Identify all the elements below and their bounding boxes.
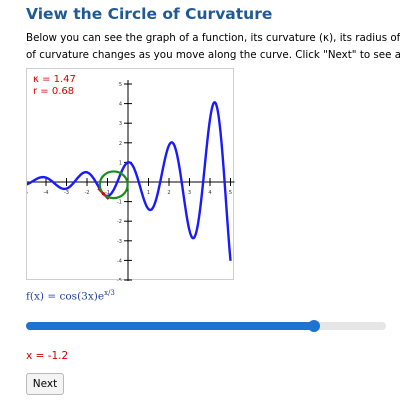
x-tick-label: -3 (64, 190, 69, 196)
x-position-slider[interactable] (26, 318, 386, 334)
page-title: View the Circle of Curvature (26, 5, 273, 23)
intro-line-2: of curvature changes as you move along t… (26, 49, 400, 61)
y-tick-label: 5 (119, 82, 122, 88)
function-expression: f(x) = cos(3x)e (26, 290, 105, 303)
y-tick-label: 1 (119, 160, 122, 166)
y-tick-label: 2 (119, 141, 122, 147)
curvature-plot: -5-4-3-2-11234554321-1-2-3-4-5 κ = 1.47 … (26, 68, 235, 281)
point-marker (101, 192, 105, 196)
y-tick-label: -2 (117, 219, 122, 225)
x-tick-label: 2 (167, 190, 170, 196)
plot-canvas: -5-4-3-2-11234554321-1-2-3-4-5 (27, 80, 235, 281)
function-exponent: x/3 (104, 289, 115, 297)
y-tick-label: 3 (119, 121, 122, 127)
x-tick-label: -5 (27, 190, 28, 196)
x-tick-label: 4 (208, 190, 211, 196)
y-tick-label: -1 (117, 200, 122, 206)
radius-readout: r = 0.68 (33, 86, 75, 97)
x-tick-label: 1 (147, 190, 150, 196)
next-button[interactable]: Next (26, 373, 64, 395)
y-tick-label: -3 (117, 239, 122, 245)
y-tick-label: -5 (117, 278, 122, 281)
x-tick-label: 3 (188, 190, 191, 196)
function-label: f(x) = cos(3x)ex/3 (26, 289, 115, 303)
y-tick-label: -4 (117, 258, 122, 264)
x-tick-label: -2 (85, 190, 90, 196)
intro-line-1: Below you can see the graph of a functio… (26, 32, 400, 44)
slider-fill (26, 322, 314, 330)
x-value-label: x = -1.2 (26, 350, 69, 362)
intro-text: Below you can see the graph of a functio… (26, 30, 400, 64)
y-tick-label: 4 (119, 102, 122, 108)
x-tick-label: -4 (44, 190, 49, 196)
x-tick-label: 5 (229, 190, 232, 196)
slider-thumb[interactable] (308, 320, 320, 332)
kappa-readout: κ = 1.47 (33, 74, 76, 85)
